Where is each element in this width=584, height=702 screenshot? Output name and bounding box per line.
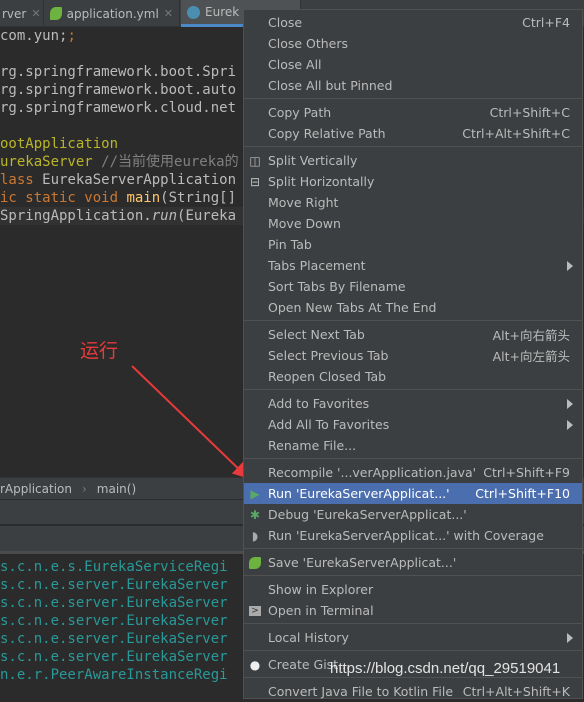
split-horizontal-icon: ⊟ [249,174,261,189]
menu-item-open-new-tabs-at-the-end[interactable]: Open New Tabs At The End [244,297,582,318]
submenu-arrow-icon [567,632,573,643]
menu-item-move-down[interactable]: Move Down [244,213,582,234]
submenu-arrow-icon [567,419,573,430]
menu-item-label: Select Next Tab [268,327,365,342]
menu-item-label: Close All but Pinned [268,78,393,93]
menu-item-shortcut: Ctrl+Shift+F10 [475,486,570,501]
menu-item-label: Open in Terminal [268,603,374,618]
menu-item-label: Add All To Favorites [268,417,390,432]
menu-item-close-others[interactable]: Close Others [244,33,582,54]
menu-item-label: Close [268,15,303,30]
submenu-arrow-icon [567,398,573,409]
menu-item-label: Copy Relative Path [268,126,386,141]
split-vertical-icon: ◫ [249,153,261,168]
coverage-icon: ◗ [251,528,259,543]
submenu-arrow-icon [567,260,573,271]
menu-item-label: Save 'EurekaServerApplicat...' [268,555,457,570]
menu-item-split-horizontally[interactable]: ⊟ Split Horizontally [244,171,582,192]
tab-context-menu: Close Ctrl+F4 Close Others Close All Close A… [243,9,583,699]
menu-item-add-to-favorites[interactable]: Add to Favorites [244,393,582,414]
menu-item-shortcut: Alt+向左箭头 [492,349,570,364]
menu-item-label: Run 'EurekaServerApplicat...' with Cover… [268,528,544,543]
menu-item-show-in-explorer[interactable]: Show in Explorer [244,579,582,600]
menu-item-label: Local History [268,630,349,645]
menu-item-select-previous-tab[interactable]: Select Previous Tab Alt+向左箭头 [244,345,582,366]
menu-item-label: Rename File... [268,438,357,453]
menu-item-convert-java-file-to-kotlin-file[interactable]: Convert Java File to Kotlin File Ctrl+Alt… [244,681,582,702]
menu-item-recompile-verapplication-java[interactable]: Recompile '...verApplication.java' Ctrl+S… [244,462,582,483]
menu-item-copy-relative-path[interactable]: Copy Relative Path Ctrl+Alt+Shift+C [244,123,582,144]
menu-item-open-in-terminal[interactable]: > Open in Terminal [244,600,582,621]
menu-item-tabs-placement[interactable]: Tabs Placement [244,255,582,276]
run-icon: ▶ [250,486,260,501]
menu-item-label: Add to Favorites [268,396,370,411]
menu-item-label: Pin Tab [268,237,312,252]
menu-item-label: Split Vertically [268,153,358,168]
menu-item-close-all-but-pinned[interactable]: Close All but Pinned [244,75,582,96]
menu-item-label: Close Others [268,36,349,51]
menu-item-label: Sort Tabs By Filename [268,279,406,294]
menu-item-label: Move Right [268,195,339,210]
menu-item-shortcut: Ctrl+Shift+C [489,105,570,120]
menu-item-run-eurekaserverapplicat[interactable]: ▶ Run 'EurekaServerApplicat...' Ctrl+Shift… [244,483,582,504]
menu-item-reopen-closed-tab[interactable]: Reopen Closed Tab [244,366,582,387]
menu-item-label: Reopen Closed Tab [268,369,387,384]
menu-item-label: Open New Tabs At The End [268,300,437,315]
menu-item-move-right[interactable]: Move Right [244,192,582,213]
menu-item-close[interactable]: Close Ctrl+F4 [244,12,582,33]
menu-item-label: Convert Java File to Kotlin File [268,684,454,699]
menu-item-rename-file[interactable]: Rename File... [244,435,582,456]
menu-item-label: Select Previous Tab [268,348,389,363]
menu-item-label: Show in Explorer [268,582,374,597]
menu-item-label: Recompile '...verApplication.java' [268,465,477,480]
menu-item-split-vertically[interactable]: ◫ Split Vertically [244,150,582,171]
menu-item-close-all[interactable]: Close All [244,54,582,75]
menu-item-pin-tab[interactable]: Pin Tab [244,234,582,255]
menu-item-add-all-to-favorites[interactable]: Add All To Favorites [244,414,582,435]
menu-item-label: Run 'EurekaServerApplicat...' [268,486,450,501]
terminal-icon: > [249,605,261,616]
menu-item-sort-tabs-by-filename[interactable]: Sort Tabs By Filename [244,276,582,297]
spring-boot-icon [248,556,262,570]
menu-item-run-eurekaserverapplicat-with-coverage[interactable]: ◗ Run 'EurekaServerApplicat...' with Cove… [244,525,582,546]
menu-item-debug-eurekaserverapplicat[interactable]: ✱ Debug 'EurekaServerApplicat...' [244,504,582,525]
menu-item-shortcut: Ctrl+Alt+Shift+K [462,684,570,699]
menu-item-local-history[interactable]: Local History [244,627,582,648]
github-icon: ● [249,657,261,672]
menu-item-label: Tabs Placement [268,258,366,273]
menu-item-label: Debug 'EurekaServerApplicat...' [268,507,467,522]
menu-item-label: Copy Path [268,105,332,120]
menu-item-save-eurekaserverapplicat[interactable]: Save 'EurekaServerApplicat...' [244,552,582,573]
menu-item-label: Close All [268,57,322,72]
menu-item-label: Move Down [268,216,341,231]
menu-item-shortcut: Ctrl+Shift+F9 [483,465,570,480]
menu-item-label: Split Horizontally [268,174,375,189]
menu-item-shortcut: Ctrl+F4 [522,15,570,30]
menu-item-select-next-tab[interactable]: Select Next Tab Alt+向右箭头 [244,324,582,345]
watermark: https://blog.csdn.net/qq_29519041 [330,660,561,677]
menu-item-copy-path[interactable]: Copy Path Ctrl+Shift+C [244,102,582,123]
debug-icon: ✱ [249,507,261,522]
menu-item-shortcut: Alt+向右箭头 [492,328,570,343]
menu-item-shortcut: Ctrl+Alt+Shift+C [462,126,570,141]
